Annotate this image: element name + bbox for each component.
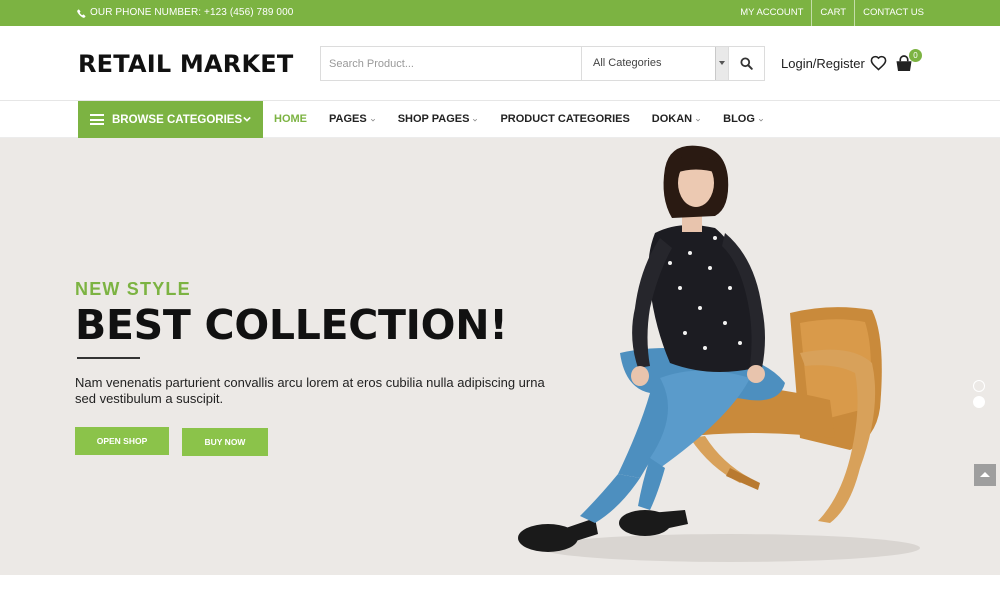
search-button[interactable] bbox=[729, 47, 764, 80]
browse-categories-button[interactable]: BROWSE CATEGORIES bbox=[78, 101, 263, 138]
phone-text: OUR PHONE NUMBER: +123 (456) 789 000 bbox=[90, 7, 294, 18]
nav-item-home[interactable]: HOME bbox=[263, 101, 318, 138]
buy-now-button[interactable]: BUY NOW bbox=[182, 428, 268, 456]
chevron-down-icon bbox=[758, 118, 763, 121]
category-select[interactable]: All Categories bbox=[582, 47, 729, 80]
hero-subtitle: NEW STYLE bbox=[75, 279, 191, 299]
nav-item-blog[interactable]: BLOG bbox=[712, 101, 775, 138]
hero-divider bbox=[77, 357, 140, 359]
open-shop-button[interactable]: OPEN SHOP bbox=[75, 427, 169, 455]
chevron-down-icon bbox=[243, 116, 251, 122]
login-register-link[interactable]: Login/Register bbox=[781, 56, 865, 71]
nav-menu: HOME PAGES SHOP PAGES PRODUCT CATEGORIES… bbox=[263, 101, 775, 138]
nav-item-label: BLOG bbox=[723, 113, 755, 125]
nav-item-label: DOKAN bbox=[651, 113, 693, 125]
nav-item-label: PRODUCT CATEGORIES bbox=[500, 113, 630, 125]
hero-slider: NEW STYLE BEST COLLECTION! Nam venenatis… bbox=[0, 138, 1000, 575]
nav-item-product-categories[interactable]: PRODUCT CATEGORIES bbox=[489, 101, 640, 138]
phone-icon bbox=[77, 9, 86, 18]
nav-item-label: SHOP PAGES bbox=[397, 113, 470, 125]
slider-dot-2[interactable] bbox=[973, 396, 985, 408]
menu-icon bbox=[90, 114, 104, 125]
main-nav: BROWSE CATEGORIES HOME PAGES SHOP PAGES … bbox=[0, 101, 1000, 138]
hero-model-image bbox=[518, 145, 920, 562]
scroll-to-top-button[interactable] bbox=[974, 464, 996, 486]
contact-us-link[interactable]: CONTACT US bbox=[854, 0, 932, 26]
cart-count-badge: 0 bbox=[909, 49, 922, 62]
browse-categories-label: BROWSE CATEGORIES bbox=[112, 113, 243, 126]
top-links: MY ACCOUNT CART CONTACT US bbox=[732, 0, 932, 26]
search-icon bbox=[740, 57, 753, 70]
hero-description: Nam venenatis parturient convallis arcu … bbox=[75, 375, 545, 406]
hero-title: BEST COLLECTION! bbox=[75, 301, 508, 349]
chevron-down-icon bbox=[473, 118, 478, 121]
chevron-down-icon bbox=[370, 118, 375, 121]
top-bar: OUR PHONE NUMBER: +123 (456) 789 000 MY … bbox=[0, 0, 1000, 26]
category-select-value: All Categories bbox=[593, 57, 662, 69]
search-bar: All Categories bbox=[320, 46, 765, 81]
chevron-down-icon bbox=[696, 118, 701, 121]
phone-number: OUR PHONE NUMBER: +123 (456) 789 000 bbox=[77, 0, 293, 26]
nav-item-shop-pages[interactable]: SHOP PAGES bbox=[387, 101, 490, 138]
nav-item-dokan[interactable]: DOKAN bbox=[641, 101, 712, 138]
site-logo[interactable]: RETAIL MARKET bbox=[78, 50, 293, 78]
cart-link[interactable]: CART bbox=[811, 0, 854, 26]
search-input[interactable] bbox=[321, 47, 582, 80]
site-header: RETAIL MARKET All Categories Login/Regis… bbox=[0, 26, 1000, 101]
select-arrow-icon bbox=[715, 47, 728, 80]
nav-item-label: PAGES bbox=[329, 113, 367, 125]
heart-icon[interactable] bbox=[870, 55, 887, 72]
slider-dot-1[interactable] bbox=[973, 380, 985, 392]
nav-item-pages[interactable]: PAGES bbox=[318, 101, 387, 138]
my-account-link[interactable]: MY ACCOUNT bbox=[732, 0, 811, 26]
nav-item-label: HOME bbox=[274, 113, 307, 125]
